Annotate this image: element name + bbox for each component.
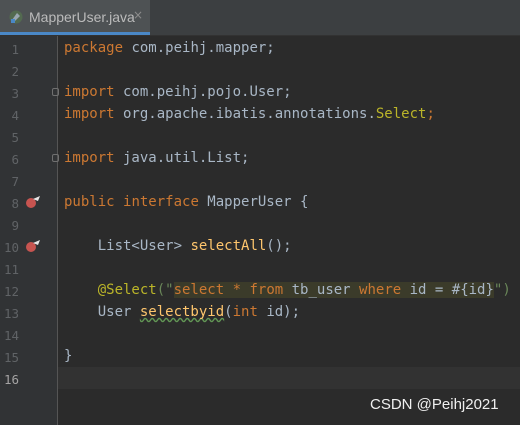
code-line-1[interactable]: package com.peihj.mapper; xyxy=(64,40,275,56)
line-number: 13 xyxy=(3,306,19,321)
code-text: com.peihj.mapper; xyxy=(123,40,275,56)
keyword: int xyxy=(232,304,258,320)
keyword: import xyxy=(64,84,115,100)
sql-table: tb_user xyxy=(291,282,360,298)
code-line-15[interactable]: } xyxy=(64,348,72,364)
line-number: 15 xyxy=(3,350,19,365)
line-number: 9 xyxy=(11,218,19,233)
string-delimiter: ") xyxy=(493,282,511,298)
code-line-3[interactable]: import com.peihj.pojo.User; xyxy=(64,84,292,100)
line-number: 1 xyxy=(11,42,19,57)
line-number: 11 xyxy=(3,262,19,277)
sql-wildcard: * xyxy=(232,282,242,298)
code-line-8[interactable]: public interface MapperUser { xyxy=(64,194,308,210)
line-number: 10 xyxy=(3,240,19,255)
annotation: @Select xyxy=(64,282,157,298)
method-name: selectbyid xyxy=(139,304,225,320)
line-number: 12 xyxy=(3,284,19,299)
code-text: } xyxy=(64,348,73,364)
code-line-12[interactable]: @Select("select * from tb_user where id … xyxy=(64,282,511,298)
code-line-4[interactable]: import org.apache.ibatis.annotations.Sel… xyxy=(64,106,435,122)
line-number: 4 xyxy=(11,108,19,123)
line-number: 2 xyxy=(11,64,19,79)
editor-tab-bar: MapperUser.java × xyxy=(0,0,520,36)
code-text: (); xyxy=(266,238,292,254)
watermark: CSDN @Peihj2021 xyxy=(370,396,499,413)
annotation-class: Select xyxy=(375,106,427,122)
sql-keyword: from xyxy=(241,282,292,298)
tab-title: MapperUser.java xyxy=(29,9,135,25)
code-text: User xyxy=(64,304,140,320)
close-icon[interactable]: × xyxy=(133,8,143,22)
code-text: ( xyxy=(224,304,233,320)
code-text: org.apache.ibatis.annotations. xyxy=(114,106,376,122)
sql-keyword: where xyxy=(359,282,402,298)
string-delimiter: (" xyxy=(156,282,174,298)
current-line-highlight xyxy=(58,367,520,389)
keyword: import xyxy=(64,106,115,122)
line-number-current: 16 xyxy=(3,372,19,387)
line-number: 6 xyxy=(11,152,19,167)
keyword: import xyxy=(64,150,115,166)
java-interface-icon xyxy=(9,10,23,24)
semicolon: ; xyxy=(426,106,435,122)
sql-keyword: select xyxy=(173,282,233,298)
code-text: java.util.List; xyxy=(114,150,250,166)
implementation-marker-icon[interactable] xyxy=(25,239,41,253)
code-text: MapperUser { xyxy=(198,194,309,210)
code-text: id); xyxy=(257,304,301,320)
keyword: public xyxy=(64,194,115,210)
line-number-gutter[interactable]: 1 2 3 4 5 6 7 8 9 10 11 12 13 14 15 16 xyxy=(0,36,59,425)
code-line-13[interactable]: User selectbyid(int id); xyxy=(64,304,300,320)
line-number: 8 xyxy=(11,196,19,211)
code-line-6[interactable]: import java.util.List; xyxy=(64,150,249,166)
code-line-10[interactable]: List<User> selectAll(); xyxy=(64,238,292,254)
code-text: List<User> xyxy=(64,238,191,254)
sql-text: id = #{id} xyxy=(401,282,494,298)
line-number: 7 xyxy=(11,174,19,189)
keyword: package xyxy=(64,40,124,56)
method-name: selectAll xyxy=(190,238,267,254)
tab-mapperuser-java[interactable]: MapperUser.java × xyxy=(0,0,150,35)
code-text: com.peihj.pojo.User; xyxy=(114,84,292,100)
line-number: 14 xyxy=(3,328,19,343)
implementation-marker-icon[interactable] xyxy=(25,195,41,209)
injected-sql: select * from tb_user where id = #{id} xyxy=(173,282,494,298)
line-number: 5 xyxy=(11,130,19,145)
keyword: interface xyxy=(123,194,199,210)
line-number: 3 xyxy=(11,86,19,101)
